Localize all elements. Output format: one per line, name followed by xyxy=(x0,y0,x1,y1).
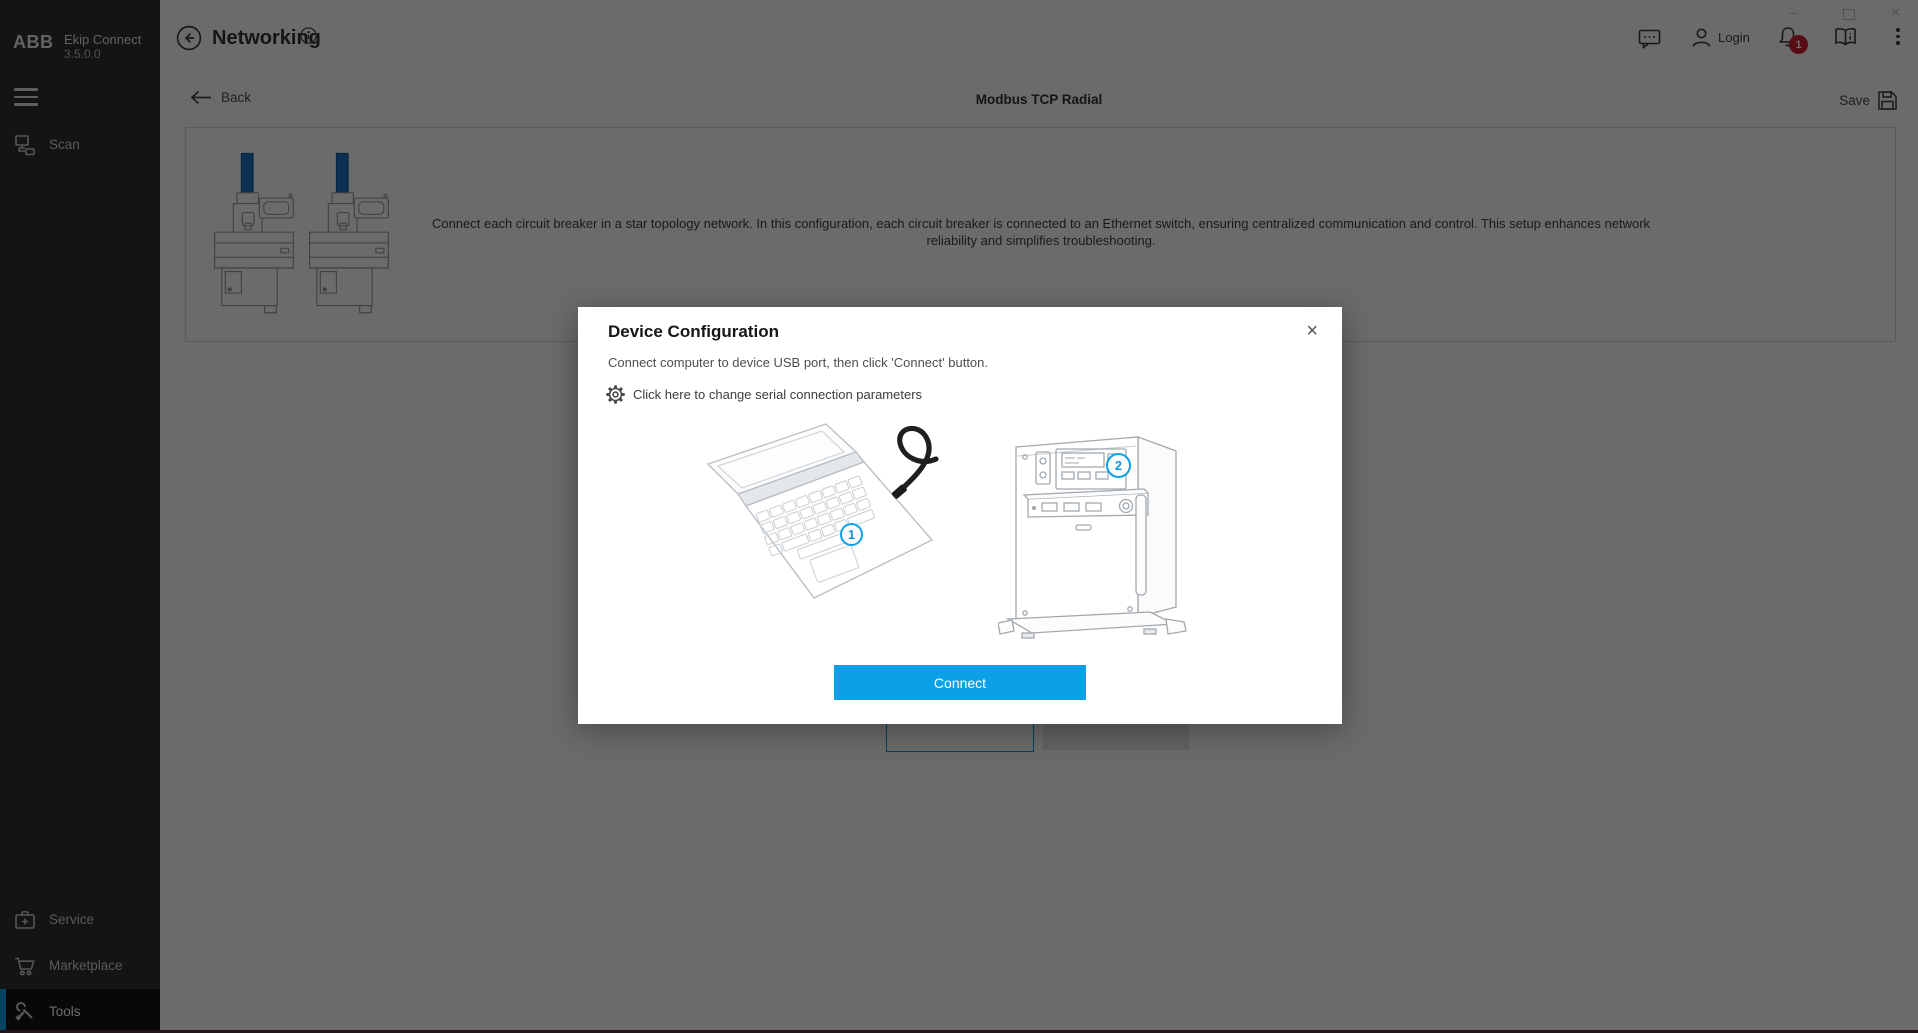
serial-parameters-link[interactable]: Click here to change serial connection p… xyxy=(606,385,922,404)
dialog-title: Device Configuration xyxy=(608,322,779,342)
dialog-instruction: Connect computer to device USB port, the… xyxy=(608,355,988,370)
serial-parameters-label: Click here to change serial connection p… xyxy=(633,387,922,402)
dialog-close-button[interactable]: × xyxy=(1302,316,1322,347)
step-1-number: 1 xyxy=(848,528,855,542)
step-1-marker: 1 xyxy=(840,523,863,546)
gear-icon xyxy=(606,385,625,404)
device-configuration-dialog: Device Configuration × Connect computer … xyxy=(578,307,1342,724)
ekip-connect-window: ABB Ekip Connect 3.5.0.0 Scan xyxy=(0,0,1918,1033)
close-icon: × xyxy=(1306,320,1318,342)
device-illustration xyxy=(998,425,1188,643)
step-2-marker: 2 xyxy=(1106,453,1131,478)
step-2-number: 2 xyxy=(1115,459,1122,473)
laptop-usb-illustration xyxy=(706,422,951,612)
connect-button[interactable]: Connect xyxy=(834,665,1086,700)
